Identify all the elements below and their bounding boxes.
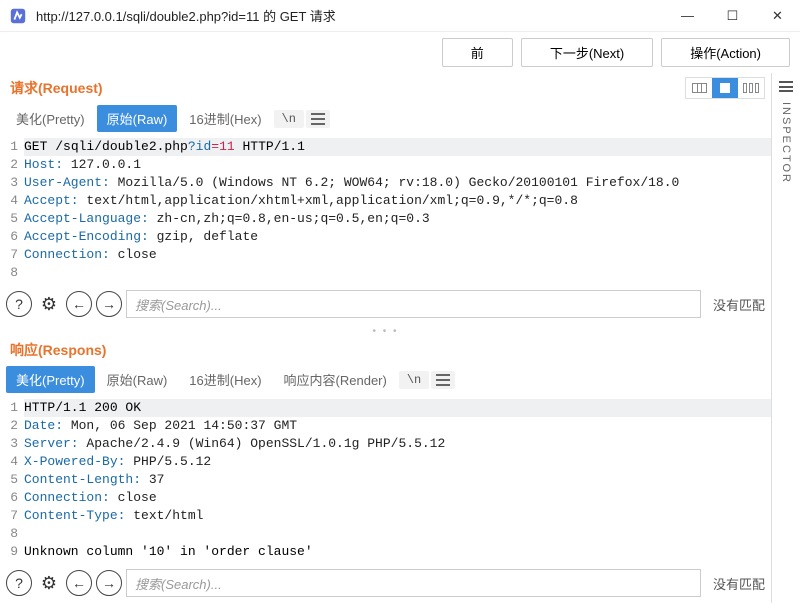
inspector-toggle-icon[interactable] [776,79,796,94]
view-one-col-button[interactable] [712,78,738,98]
titlebar: http://127.0.0.1/sqli/double2.php?id=11 … [0,0,800,32]
window-title: http://127.0.0.1/sqli/double2.php?id=11 … [36,6,665,25]
view-three-col-button[interactable] [738,78,764,98]
response-nomatch: 没有匹配 [705,574,765,593]
gear-icon[interactable]: ⚙ [36,291,62,317]
request-footer: ? ⚙ ← → 搜索(Search)... 没有匹配 [0,284,771,326]
response-title: 响应(Respons) [10,340,765,360]
forward-icon[interactable]: → [96,291,122,317]
inspector-label: INSPECTOR [780,102,792,184]
response-tabs: 美化(Pretty) 原始(Raw) 16进制(Hex) 响应内容(Render… [0,362,771,397]
newline-toggle[interactable]: \n [399,371,429,389]
help-icon[interactable]: ? [6,291,32,317]
view-two-col-button[interactable] [686,78,712,98]
prev-button[interactable]: 前 [442,38,513,67]
next-button[interactable]: 下一步(Next) [521,38,653,67]
request-nomatch: 没有匹配 [705,295,765,314]
close-button[interactable]: ✕ [755,0,800,32]
inspector-sidebar[interactable]: INSPECTOR [772,73,800,603]
tab-raw[interactable]: 原始(Raw) [97,366,178,393]
tab-render[interactable]: 响应内容(Render) [274,366,397,393]
maximize-button[interactable]: ☐ [710,0,755,32]
request-editor[interactable]: 1GET /sqli/double2.php?id=11 HTTP/1.12Ho… [0,136,771,284]
minimize-button[interactable]: — [665,0,710,32]
forward-icon[interactable]: → [96,570,122,596]
response-menu-icon[interactable] [431,371,455,389]
request-tabs: 美化(Pretty) 原始(Raw) 16进制(Hex) \n [0,101,771,136]
tab-hex[interactable]: 16进制(Hex) [179,366,271,393]
tab-raw[interactable]: 原始(Raw) [97,105,178,132]
app-icon [4,2,32,30]
action-button[interactable]: 操作(Action) [661,38,790,67]
gear-icon[interactable]: ⚙ [36,570,62,596]
back-icon[interactable]: ← [66,570,92,596]
newline-toggle[interactable]: \n [274,110,304,128]
tab-pretty[interactable]: 美化(Pretty) [6,105,95,132]
tab-pretty[interactable]: 美化(Pretty) [6,366,95,393]
request-menu-icon[interactable] [306,110,330,128]
response-editor[interactable]: 1HTTP/1.1 200 OK2Date: Mon, 06 Sep 2021 … [0,397,771,563]
back-icon[interactable]: ← [66,291,92,317]
splitter[interactable]: • • • [0,326,771,336]
response-footer: ? ⚙ ← → 搜索(Search)... 没有匹配 [0,563,771,605]
help-icon[interactable]: ? [6,570,32,596]
request-search-input[interactable]: 搜索(Search)... [126,290,701,318]
response-search-input[interactable]: 搜索(Search)... [126,569,701,597]
view-switch [685,77,765,99]
tab-hex[interactable]: 16进制(Hex) [179,105,271,132]
toolbar: 前 下一步(Next) 操作(Action) [0,32,800,73]
request-title: 请求(Request) [10,78,685,98]
